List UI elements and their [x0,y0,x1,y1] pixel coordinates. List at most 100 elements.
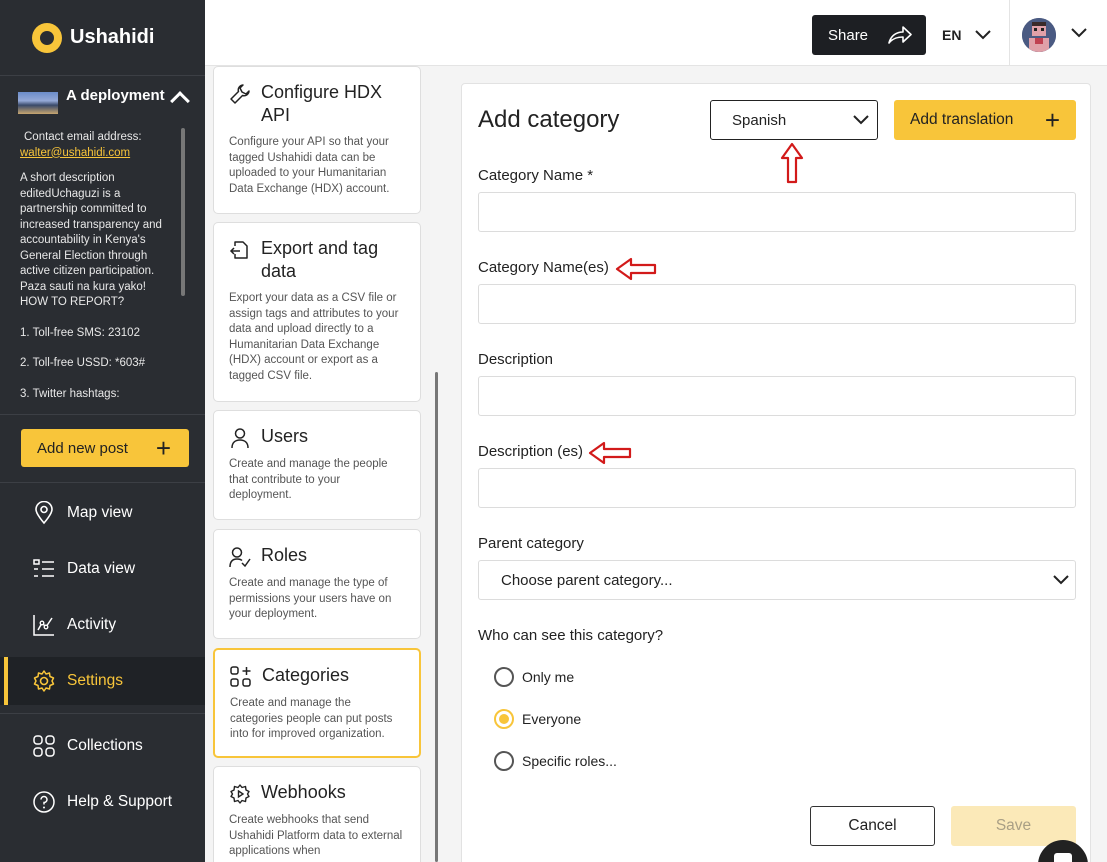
description-input[interactable] [478,376,1076,416]
avatar[interactable] [1022,18,1056,52]
grid-icon [32,734,56,758]
divider [1009,0,1010,66]
parent-category-label: Parent category [478,535,584,552]
add-category-form: Add category Spanish Add translation + C… [461,83,1091,862]
card-description: Create and manage the categories people … [230,697,393,740]
settings-card-hdx[interactable]: Configure HDX API Configure your API so … [213,66,421,214]
sidebar: Ushahidi A deployment Contact email addr… [0,0,205,862]
card-title: Export and tag data [261,238,379,281]
ushahidi-logo-icon [32,22,62,53]
deployment-thumbnail [18,92,58,114]
description-label: Description [478,351,554,368]
export-icon [229,241,248,259]
radio-button[interactable] [494,667,514,687]
chevron-down-icon[interactable] [1071,28,1087,38]
language-selector[interactable]: EN [942,27,992,43]
activity-icon [32,613,56,637]
card-description: Export your data as a CSV file or assign… [229,292,399,382]
sidebar-item-help-support[interactable]: Help & Support [0,778,205,826]
radio-label: Only me [522,669,575,685]
share-arrow-icon [888,26,912,44]
visibility-label: Who can see this category? [478,627,664,644]
radio-only-me[interactable]: Only me [494,667,574,687]
description-es-label: Description (es) [478,443,584,460]
contact-email-link[interactable]: walter@ushahidi.com [20,147,130,159]
translation-language-value: Spanish [732,111,787,129]
annotation-arrow-left-icon [615,257,657,281]
deployment-description: Contact email address: walter@ushahidi.co… [20,130,170,402]
deployment-header[interactable]: A deployment [0,76,205,114]
plus-icon: + [1044,105,1060,135]
sidebar-item-label: Data view [67,560,136,577]
card-description: Configure your API so that your tagged U… [229,136,390,195]
annotation-arrow-up-icon [780,142,804,184]
divider [0,414,205,415]
share-label: Share [828,26,869,44]
logo[interactable]: Ushahidi [0,0,205,76]
map-pin-icon [32,501,56,525]
cancel-button[interactable]: Cancel [810,806,935,846]
sidebar-item-label: Help & Support [67,793,173,810]
settings-card-webhooks[interactable]: Webhooks Create webhooks that send Ushah… [213,766,421,862]
divider [0,482,205,483]
sidebar-item-data-view[interactable]: Data view [0,545,205,593]
plus-icon: + [155,433,171,463]
deployment-summary: A short description editedUchaguzi is a … [20,172,162,308]
settings-list: Configure HDX API Configure your API so … [205,66,445,862]
translation-language-select[interactable]: Spanish [710,100,878,140]
chevron-up-icon[interactable] [170,91,190,111]
card-title: Webhooks [261,782,346,802]
chevron-down-icon [1053,575,1069,585]
settings-card-users[interactable]: Users Create and manage the people that … [213,410,421,520]
radio-specific-roles[interactable]: Specific roles... [494,751,617,771]
chevron-down-icon [975,30,992,40]
sidebar-item-map-view[interactable]: Map view [0,489,205,537]
settings-card-roles[interactable]: Roles Create and manage the type of perm… [213,529,421,639]
radio-everyone[interactable]: Everyone [494,709,581,729]
card-title: Configure HDX API [261,82,383,125]
add-translation-label: Add translation [910,111,1014,128]
parent-category-select[interactable]: Choose parent category... [478,560,1076,600]
category-name-input[interactable] [478,192,1076,232]
deployment-line-1: 1. Toll-free SMS: 23102 [20,326,140,339]
help-icon [32,790,56,814]
add-translation-button[interactable]: Add translation + [894,100,1076,140]
settings-card-export[interactable]: Export and tag data Export your data as … [213,222,421,402]
categories-icon [230,666,251,687]
chevron-down-icon [853,115,869,125]
user-icon [231,428,249,449]
avatar-image [1022,18,1056,52]
deployment-line-2: 2. Toll-free USSD: *603# [20,357,146,369]
sidebar-item-activity[interactable]: Activity [0,601,205,649]
settings-card-categories[interactable]: Categories Create and manage the categor… [213,648,421,758]
divider [0,713,205,714]
add-new-post-button[interactable]: Add new post + [21,429,189,467]
sidebar-item-label: Collections [67,737,143,754]
category-name-es-input[interactable] [478,284,1076,324]
card-description: Create webhooks that send Ushahidi Platf… [229,814,403,857]
sidebar-scrollbar[interactable] [181,128,185,296]
share-button[interactable]: Share [812,15,926,55]
radio-button[interactable] [494,709,514,729]
description-es-input[interactable] [478,468,1076,508]
sidebar-item-label: Map view [67,504,133,521]
sidebar-item-collections[interactable]: Collections [0,722,205,770]
list-icon [32,557,56,581]
category-name-label: Category Name * [478,167,594,184]
card-title: Users [261,426,309,446]
sidebar-item-label: Activity [67,616,117,633]
sidebar-item-label: Settings [67,672,124,689]
sidebar-item-settings[interactable]: Settings [0,657,205,705]
add-new-post-label: Add new post [37,439,128,457]
gear-icon [32,669,56,693]
annotation-arrow-left-icon [588,441,632,465]
radio-label: Specific roles... [522,753,617,769]
radio-button[interactable] [494,751,514,771]
settings-list-scrollbar[interactable] [435,372,438,862]
form-area: Add category Spanish Add translation + C… [445,66,1107,862]
card-title: Roles [261,545,308,565]
deployment-title: A deployment [66,87,165,104]
card-description: Create and manage the people that contri… [229,458,388,501]
deployment-line-3: 3. Twitter hashtags: [20,387,120,400]
parent-category-placeholder: Choose parent category... [501,571,673,589]
